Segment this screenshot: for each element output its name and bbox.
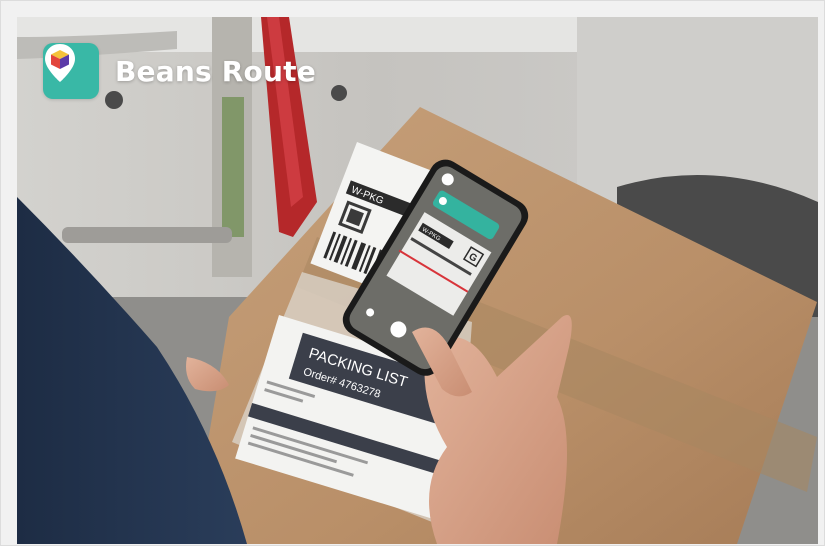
hero-photo: W-PKG G [17,17,818,544]
brand-name: Beans Route [115,54,316,88]
page-frame: W-PKG G [0,0,825,546]
brand-lockup: Beans Route [43,43,316,99]
location-pin-cube-icon [43,43,99,99]
